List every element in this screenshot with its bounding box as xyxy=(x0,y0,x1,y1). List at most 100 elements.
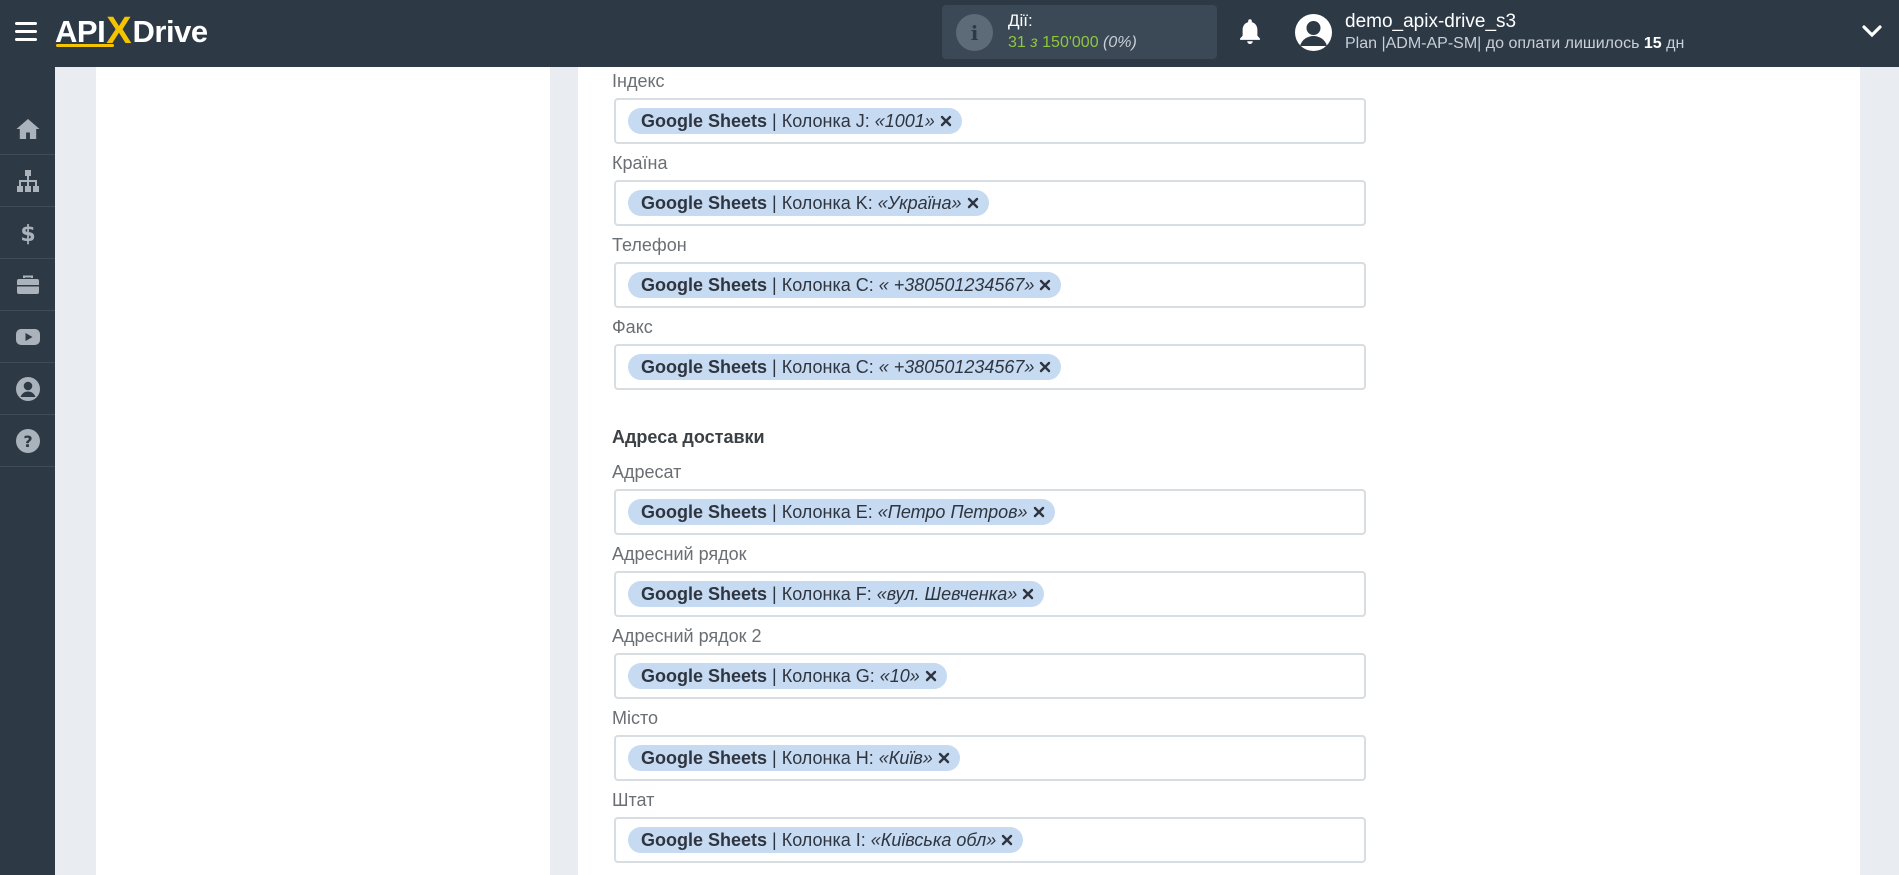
tag-source: Google Sheets xyxy=(641,356,768,377)
top-bar: API X Drive i Дії: 31 з 150'000 (0%) dem… xyxy=(0,0,1899,67)
field-recipient[interactable]: Google Sheets | Колонка E: «Петро Петров… xyxy=(614,489,1366,535)
actions-counter[interactable]: i Дії: 31 з 150'000 (0%) xyxy=(942,5,1217,59)
field-tag: Google Sheets | Колонка E: «Петро Петров… xyxy=(628,499,1055,525)
sidebar-item-account[interactable] xyxy=(0,363,55,415)
svg-text:$: $ xyxy=(20,222,35,246)
field-label-index: Індекс xyxy=(612,71,665,91)
field-phone[interactable]: Google Sheets | Колонка C: « +3805012345… xyxy=(614,262,1366,308)
sidebar-item-home[interactable] xyxy=(0,103,55,155)
field-fax[interactable]: Google Sheets | Колонка C: « +3805012345… xyxy=(614,344,1366,390)
actions-of: з xyxy=(1030,34,1038,51)
tag-source: Google Sheets xyxy=(641,110,768,131)
tag-value: «Петро Петров» xyxy=(877,501,1028,522)
tag-source: Google Sheets xyxy=(641,192,768,213)
actions-count: 31 з 150'000 (0%) xyxy=(1008,34,1137,52)
tag-value: «10» xyxy=(879,665,920,686)
remove-icon[interactable] xyxy=(1022,588,1034,600)
tag-column: | Колонка C: xyxy=(772,274,874,295)
tag-source: Google Sheets xyxy=(641,274,768,295)
remove-icon[interactable] xyxy=(940,115,952,127)
tag-value: «Київ» xyxy=(878,747,933,768)
tag-column: | Колонка K: xyxy=(772,192,873,213)
user-plan: Plan |ADM-AP-SM| до оплати лишилось 15 д… xyxy=(1345,35,1684,53)
remove-icon[interactable] xyxy=(1001,834,1013,846)
field-address-line[interactable]: Google Sheets | Колонка F: «вул. Шевченк… xyxy=(614,571,1366,617)
menu-icon[interactable] xyxy=(15,22,37,42)
avatar[interactable] xyxy=(1295,14,1332,51)
field-tag: Google Sheets | Колонка C: « +3805012345… xyxy=(628,354,1062,380)
remove-icon[interactable] xyxy=(938,752,950,764)
tag-value: « +380501234567» xyxy=(878,274,1035,295)
sidebar-item-connections[interactable] xyxy=(0,155,55,207)
sidebar-item-billing[interactable]: $ xyxy=(0,207,55,259)
actions-total: 150'000 xyxy=(1042,34,1099,51)
left-panel xyxy=(96,67,550,875)
tag-column: | Колонка E: xyxy=(772,501,873,522)
tag-source: Google Sheets xyxy=(641,747,768,768)
sitemap-icon xyxy=(16,169,39,192)
logo-text-drive: Drive xyxy=(132,14,209,49)
sidebar: $ ? xyxy=(0,67,55,875)
logo[interactable]: API X Drive xyxy=(55,10,208,54)
info-icon: i xyxy=(956,14,993,51)
sidebar-item-video[interactable] xyxy=(0,311,55,363)
field-label-city: Місто xyxy=(612,708,659,728)
field-tag: Google Sheets | Колонка I: «Київська обл… xyxy=(628,827,1024,853)
tag-source: Google Sheets xyxy=(641,665,768,686)
plan-days: 15 xyxy=(1643,35,1662,52)
field-tag: Google Sheets | Колонка G: «10» xyxy=(628,663,947,689)
field-label-recipient: Адресат xyxy=(612,462,682,482)
tag-source: Google Sheets xyxy=(641,583,768,604)
field-address-line-2[interactable]: Google Sheets | Колонка G: «10» xyxy=(614,653,1366,699)
plan-text: Plan |ADM-AP-SM| до оплати лишилось xyxy=(1345,35,1640,52)
tag-column: | Колонка H: xyxy=(772,747,874,768)
user-circle-icon xyxy=(15,376,40,401)
sidebar-item-help[interactable]: ? xyxy=(0,415,55,467)
field-label-address-line-2: Адресний рядок 2 xyxy=(612,626,762,646)
field-label-address-line: Адресний рядок xyxy=(612,544,747,564)
field-label-phone: Телефон xyxy=(612,235,687,255)
field-tag: Google Sheets | Колонка H: «Київ» xyxy=(628,745,960,771)
tag-column: | Колонка G: xyxy=(772,665,875,686)
user-avatar-icon xyxy=(1300,21,1327,46)
logo-underline xyxy=(56,44,114,47)
dollar-icon: $ xyxy=(20,222,35,246)
bell-icon[interactable] xyxy=(1236,17,1264,47)
field-tag: Google Sheets | Колонка J: «1001» xyxy=(628,108,962,134)
remove-icon[interactable] xyxy=(1039,361,1051,373)
field-tag: Google Sheets | Колонка F: «вул. Шевченк… xyxy=(628,581,1045,607)
tag-value: «Україна» xyxy=(877,192,962,213)
tag-column: | Колонка F: xyxy=(772,583,872,604)
remove-icon[interactable] xyxy=(1039,279,1051,291)
field-tag: Google Sheets | Колонка K: «Україна» xyxy=(628,190,989,216)
sidebar-item-services[interactable] xyxy=(0,259,55,311)
plan-days-unit: дн xyxy=(1666,35,1685,52)
home-icon xyxy=(16,118,39,139)
tag-value: «вул. Шевченка» xyxy=(876,583,1018,604)
tag-source: Google Sheets xyxy=(641,501,768,522)
tag-value: «Київська обл» xyxy=(870,829,997,850)
remove-icon[interactable] xyxy=(925,670,937,682)
field-country[interactable]: Google Sheets | Колонка K: «Україна» xyxy=(614,180,1366,226)
section-title-shipping: Адреса доставки xyxy=(612,427,765,447)
remove-icon[interactable] xyxy=(967,197,979,209)
actions-percent: (0%) xyxy=(1103,34,1137,51)
actions-label: Дії: xyxy=(1008,11,1033,30)
tag-column: | Колонка C: xyxy=(772,356,874,377)
remove-icon[interactable] xyxy=(1033,506,1045,518)
field-label-fax: Факс xyxy=(612,317,653,337)
field-tag: Google Sheets | Колонка C: « +3805012345… xyxy=(628,272,1062,298)
field-label-state: Штат xyxy=(612,790,655,810)
tag-value: « +380501234567» xyxy=(878,356,1035,377)
tag-column: | Колонка I: xyxy=(772,829,866,850)
help-icon: ? xyxy=(15,428,40,453)
chevron-down-icon[interactable] xyxy=(1862,24,1882,38)
field-index[interactable]: Google Sheets | Колонка J: «1001» xyxy=(614,98,1366,144)
field-city[interactable]: Google Sheets | Колонка H: «Київ» xyxy=(614,735,1366,781)
briefcase-icon xyxy=(16,275,39,294)
youtube-icon xyxy=(15,328,40,345)
field-label-country: Країна xyxy=(612,153,668,173)
tag-column: | Колонка J: xyxy=(772,110,870,131)
field-state[interactable]: Google Sheets | Колонка I: «Київська обл… xyxy=(614,817,1366,863)
user-name[interactable]: demo_apix-drive_s3 xyxy=(1345,11,1516,33)
